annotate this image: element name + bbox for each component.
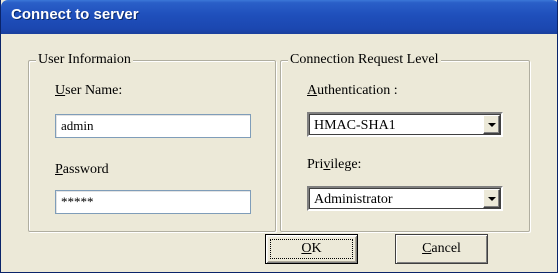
user-info-group: User Informaion User Name: admin Passwor… <box>28 52 276 232</box>
dialog-title: Connect to server <box>11 6 139 23</box>
authentication-label-rest: uthentication : <box>317 83 398 98</box>
cancel-button[interactable]: Cancel <box>395 234 488 264</box>
ok-focus-rect <box>270 239 353 259</box>
authentication-select[interactable]: HMAC-SHA1 <box>307 112 503 137</box>
authentication-label: Authentication : <box>307 83 398 99</box>
password-label-rest: assword <box>62 162 109 177</box>
cancel-label: Cancel <box>422 241 461 257</box>
privilege-select[interactable]: Administrator <box>307 186 503 211</box>
privilege-label-rest: ilege: <box>330 157 362 172</box>
username-label: User Name: <box>55 83 122 99</box>
connection-level-legend: Connection Request Level <box>288 52 441 68</box>
authentication-dropdown-button[interactable] <box>483 115 500 134</box>
username-label-accel: U <box>55 83 66 98</box>
privilege-dropdown-button[interactable] <box>483 189 500 208</box>
dialog-body: User Informaion User Name: admin Passwor… <box>4 34 554 269</box>
connection-level-group: Connection Request Level Authentication … <box>280 52 530 232</box>
privilege-selected: Administrator <box>314 192 393 207</box>
chevron-down-icon <box>488 197 496 201</box>
chevron-down-icon <box>488 123 496 127</box>
authentication-label-accel: A <box>307 83 318 98</box>
title-bar[interactable]: Connect to server <box>1 0 557 34</box>
authentication-selected: HMAC-SHA1 <box>314 118 396 133</box>
password-label-accel: P <box>55 162 63 177</box>
password-field[interactable]: ***** <box>55 190 251 214</box>
username-field[interactable]: admin <box>55 114 251 138</box>
cancel-label-rest: ancel <box>431 241 461 256</box>
cancel-label-accel: C <box>422 241 432 256</box>
username-label-rest: ser Name: <box>65 83 123 98</box>
user-info-legend: User Informaion <box>36 52 133 68</box>
connect-dialog: Connect to server User Informaion User N… <box>0 0 558 273</box>
password-label: Password <box>55 162 109 178</box>
privilege-label: Privilege: <box>307 157 361 173</box>
privilege-label-pre: Pri <box>307 157 324 172</box>
username-value: admin <box>61 118 94 133</box>
password-value: ***** <box>61 194 94 209</box>
ok-button[interactable]: OK <box>265 234 358 264</box>
